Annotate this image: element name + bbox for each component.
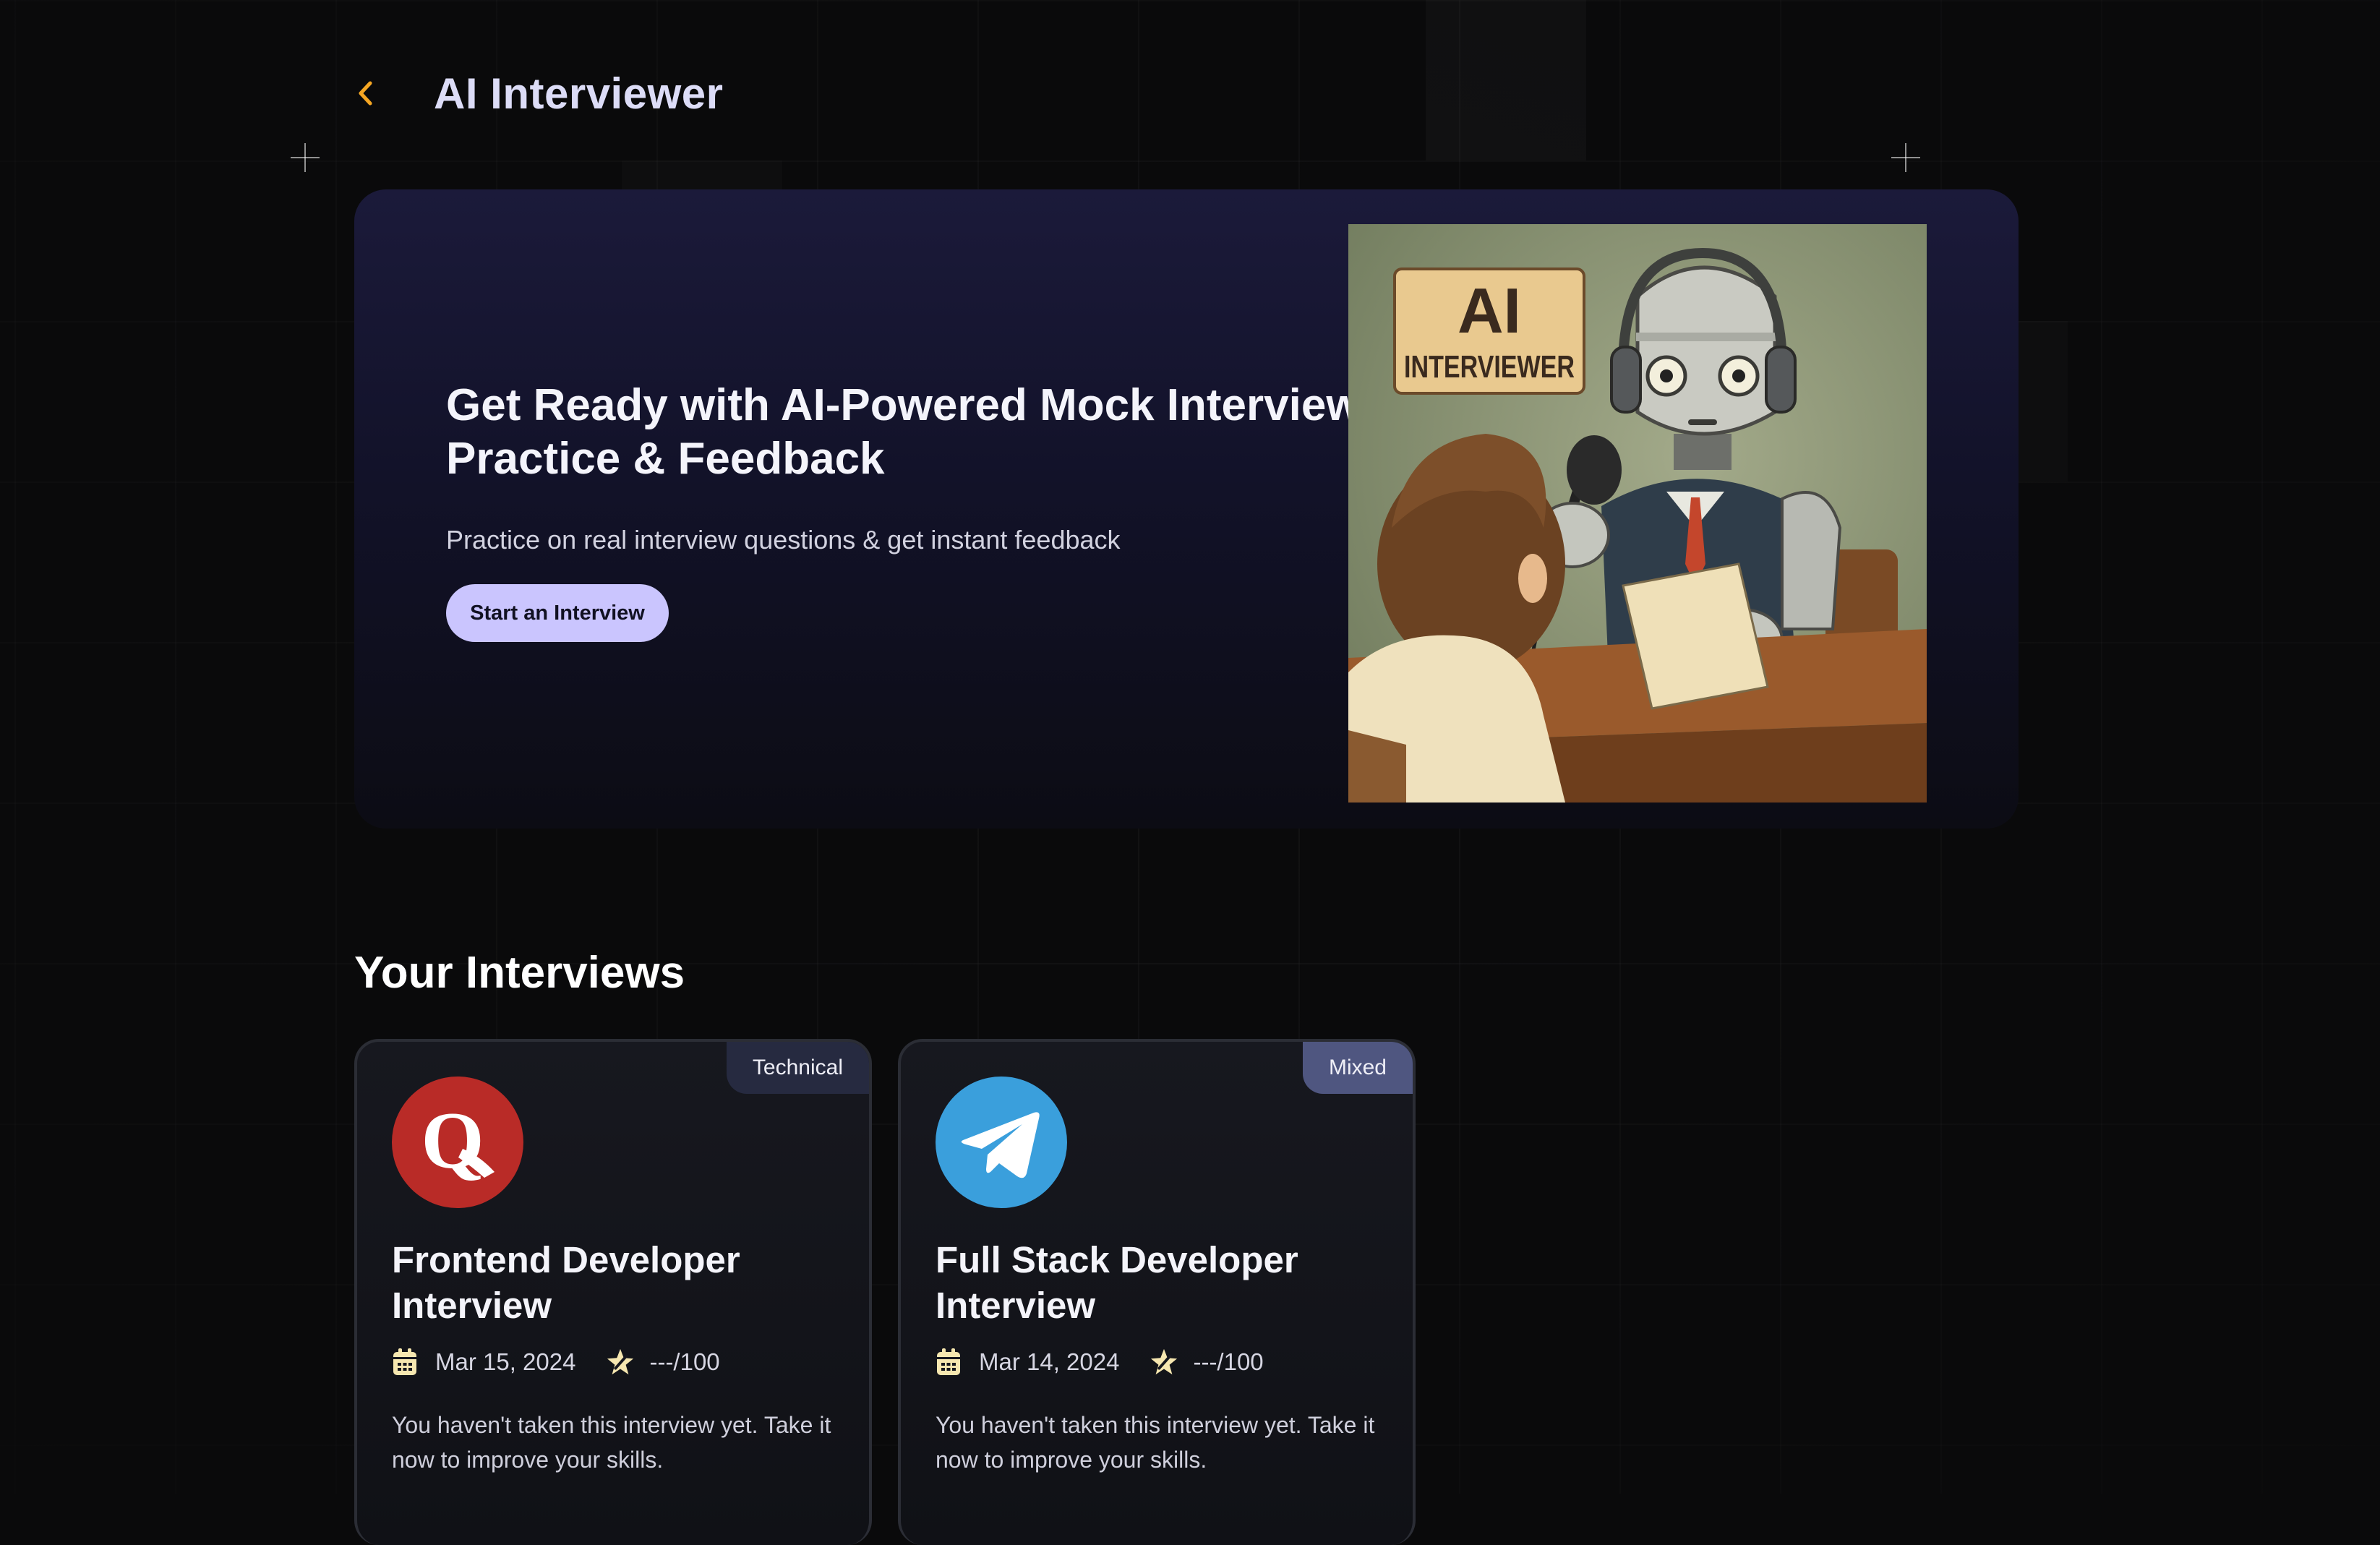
telegram-icon: [936, 1077, 1067, 1208]
star-icon: [1150, 1346, 1178, 1378]
interview-date: Mar 14, 2024: [979, 1348, 1120, 1375]
interview-description: You haven't taken this interview yet. Ta…: [936, 1412, 1375, 1473]
robot-interviewer-illustration: AI INTERVIEWER: [1348, 224, 1927, 803]
star-icon: [606, 1346, 635, 1378]
interview-card[interactable]: Technical Q Frontend Developer Interview…: [354, 1039, 872, 1545]
chevron-left-icon: [359, 81, 372, 106]
interview-type-badge: Technical: [726, 1042, 869, 1094]
interview-card[interactable]: Mixed Full Stack Developer Interview Mar…: [898, 1039, 1416, 1545]
section-title: Your Interviews: [354, 948, 685, 998]
sign-text: AI: [1457, 275, 1521, 346]
svg-text:Q: Q: [421, 1096, 484, 1186]
hero-subtitle: Practice on real interview questions & g…: [446, 525, 1121, 555]
hero-heading: Get Ready with AI-Powered Mock Interview…: [446, 379, 1371, 486]
back-button[interactable]: [354, 64, 399, 123]
interview-type-badge: Mixed: [1302, 1042, 1413, 1094]
background-tile: [1426, 0, 1586, 161]
page-title: AI Interviewer: [434, 69, 724, 118]
hero-heading-line: Get Ready with AI-Powered Mock Interview: [446, 380, 1361, 430]
hero-text: Get Ready with AI-Powered Mock Interview…: [446, 379, 1371, 642]
start-interview-button[interactable]: Start an Interview: [446, 584, 669, 642]
sparkle-icon: [291, 143, 320, 172]
interview-meta: Mar 14, 2024 ---/100: [936, 1344, 1264, 1380]
hero-banner: Get Ready with AI-Powered Mock Interview…: [354, 189, 2019, 829]
hero-heading-line: Practice & Feedback: [446, 434, 885, 484]
calendar-icon: [936, 1346, 964, 1378]
interview-score: ---/100: [1193, 1348, 1264, 1375]
sign-text: INTERVIEWER: [1404, 349, 1575, 385]
interview-description: You haven't taken this interview yet. Ta…: [392, 1412, 831, 1473]
page-header: AI Interviewer: [354, 64, 724, 123]
interview-score: ---/100: [649, 1348, 720, 1375]
interview-date: Mar 15, 2024: [435, 1348, 576, 1375]
interview-title: Frontend Developer Interview: [392, 1239, 740, 1326]
interview-meta: Mar 15, 2024 ---/100: [392, 1344, 720, 1380]
sparkle-icon: [1891, 143, 1920, 172]
interview-title: Full Stack Developer Interview: [936, 1239, 1298, 1326]
quora-icon: Q: [392, 1077, 523, 1208]
calendar-icon: [392, 1346, 421, 1378]
